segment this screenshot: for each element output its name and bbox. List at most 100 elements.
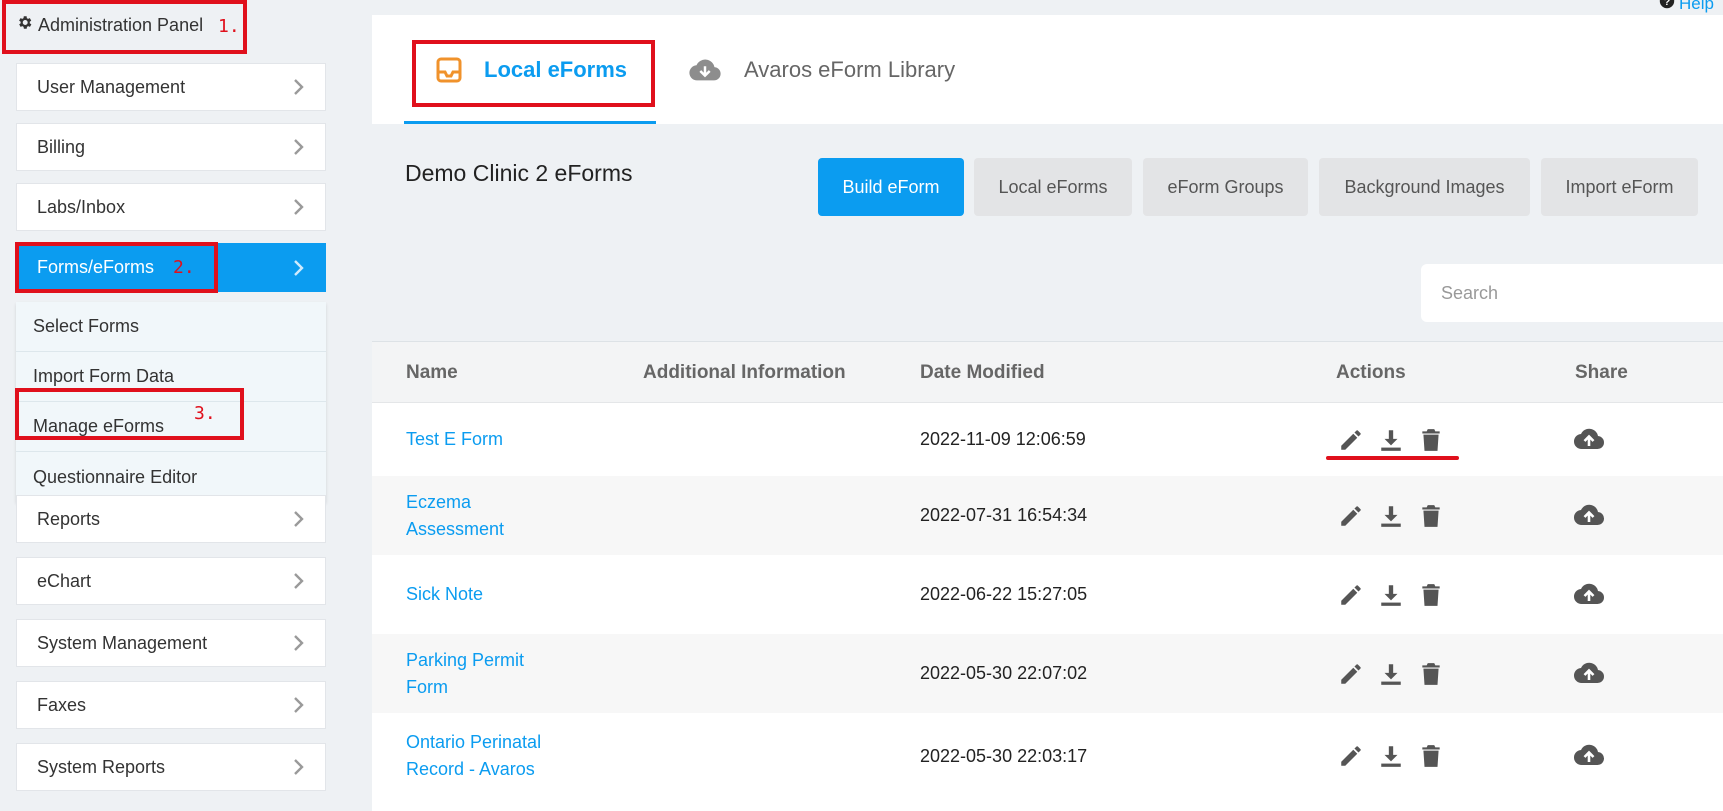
eform-tabs: Local eForms Avaros eForm Library — [372, 15, 1723, 124]
eform-name-link[interactable]: Test E Form — [406, 426, 503, 453]
sidebar-item-user-management[interactable]: User Management — [16, 63, 326, 111]
cell-date-modified: 2022-05-30 22:03:17 — [920, 745, 1088, 766]
cell-share — [1573, 403, 1605, 476]
pencil-icon[interactable] — [1338, 427, 1364, 453]
eform-name-link[interactable]: Ontario Perinatal Record - Avaros — [406, 729, 541, 783]
tab-avaros-library[interactable]: Avaros eForm Library — [688, 15, 955, 124]
gear-icon — [16, 14, 33, 36]
sidebar-item-label: Reports — [37, 508, 101, 529]
sidebar-item-system-management[interactable]: System Management — [16, 619, 326, 667]
annotation-underline-actions — [1326, 456, 1459, 460]
cell-name: Eczema Assessment — [406, 476, 606, 555]
admin-panel-title-label: Administration Panel — [38, 14, 204, 35]
sidebar-item-reports[interactable]: Reports — [16, 495, 326, 543]
active-tab-indicator — [404, 121, 656, 124]
cell-date-modified: 2022-07-31 16:54:34 — [920, 505, 1088, 525]
table-row: Sick Note 2022-06-22 15:27:05 — [372, 555, 1723, 634]
sidebar-item-label: Labs/Inbox — [37, 196, 126, 217]
download-icon[interactable] — [1378, 427, 1404, 453]
cloud-upload-icon[interactable] — [1573, 582, 1605, 608]
download-icon[interactable] — [1378, 661, 1404, 687]
trash-icon[interactable] — [1418, 582, 1444, 608]
cell-date-modified: 2022-05-30 22:07:02 — [920, 663, 1088, 683]
help-link[interactable]: ? Help — [1659, 0, 1714, 14]
eform-name-line2: Record - Avaros — [406, 759, 535, 779]
cloud-upload-icon[interactable] — [1573, 743, 1605, 769]
cloud-download-icon — [688, 57, 722, 83]
tab-local-eforms[interactable]: Local eForms — [404, 15, 656, 124]
eform-name-link[interactable]: Sick Note — [406, 581, 483, 608]
forms-submenu: Select Forms Import Form Data Manage eFo… — [16, 302, 326, 502]
download-icon[interactable] — [1378, 582, 1404, 608]
sidebar-item-label: System Reports — [37, 756, 166, 777]
chevron-right-icon — [293, 510, 305, 528]
sidebar-item-label: User Management — [37, 76, 186, 97]
eform-name-line2: Form — [406, 676, 448, 697]
download-icon[interactable] — [1378, 503, 1404, 529]
submenu-item-select-forms[interactable]: Select Forms — [16, 302, 326, 352]
annotation-number-3: 3. — [194, 403, 216, 424]
cell-actions — [1338, 403, 1444, 476]
pencil-icon[interactable] — [1338, 503, 1364, 529]
cell-date-modified: 2022-11-09 12:06:59 — [920, 429, 1086, 449]
svg-text:?: ? — [1664, 0, 1670, 8]
cell-name: Parking Permit Form — [406, 634, 606, 713]
sidebar-item-forms-eforms[interactable]: Forms/eForms — [16, 243, 326, 292]
sidebar-item-labs-inbox[interactable]: Labs/Inbox — [16, 183, 326, 231]
question-circle-icon: ? — [1659, 0, 1675, 14]
admin-panel-title[interactable]: Administration Panel — [16, 14, 203, 36]
pencil-icon[interactable] — [1338, 582, 1364, 608]
pencil-icon[interactable] — [1338, 661, 1364, 687]
column-header-actions: Actions — [1336, 361, 1406, 383]
eform-name-link[interactable]: Parking Permit Form — [406, 647, 524, 701]
eform-groups-button[interactable]: eForm Groups — [1143, 158, 1308, 216]
background-images-button[interactable]: Background Images — [1319, 158, 1530, 216]
eform-name-link[interactable]: Eczema Assessment — [406, 489, 504, 543]
trash-icon[interactable] — [1418, 661, 1444, 687]
eform-name-line2: Assessment — [406, 518, 505, 539]
sidebar-item-label: Forms/eForms — [37, 257, 154, 277]
sidebar-item-label: Billing — [37, 136, 86, 157]
column-header-name[interactable]: Name — [406, 342, 458, 403]
chevron-right-icon — [293, 259, 305, 277]
sidebar-item-faxes[interactable]: Faxes — [16, 681, 326, 729]
chevron-right-icon — [293, 696, 305, 714]
trash-icon[interactable] — [1418, 427, 1444, 453]
download-icon[interactable] — [1378, 743, 1404, 769]
cloud-upload-icon[interactable] — [1573, 503, 1605, 529]
local-eforms-button[interactable]: Local eForms — [974, 158, 1132, 216]
cell-share — [1573, 555, 1605, 634]
help-label: Help — [1679, 0, 1714, 13]
pencil-icon[interactable] — [1338, 743, 1364, 769]
search-input[interactable] — [1421, 264, 1723, 322]
sidebar-item-echart[interactable]: eChart — [16, 557, 326, 605]
submenu-item-manage-eforms[interactable]: Manage eForms — [16, 402, 326, 452]
sidebar-item-label: System Management — [37, 632, 208, 653]
build-eform-button[interactable]: Build eForm — [818, 158, 964, 216]
cell-share — [1573, 476, 1605, 555]
eform-name-line1: Parking Permit — [406, 649, 525, 670]
eform-name-line1: Ontario Perinatal — [406, 732, 542, 752]
sidebar-item-billing[interactable]: Billing — [16, 123, 326, 171]
cloud-upload-icon[interactable] — [1573, 427, 1605, 453]
column-header-share: Share — [1575, 361, 1628, 383]
import-eform-button[interactable]: Import eForm — [1541, 158, 1698, 216]
sidebar-item-system-reports[interactable]: System Reports — [16, 743, 326, 791]
table-row: Eczema Assessment 2022-07-31 16:54:34 — [372, 476, 1723, 555]
cloud-upload-icon[interactable] — [1573, 661, 1605, 687]
cell-share — [1573, 713, 1605, 799]
column-header-date-modified[interactable]: Date Modified — [920, 342, 1045, 403]
cell-name: Sick Note — [406, 555, 606, 634]
trash-icon[interactable] — [1418, 743, 1444, 769]
sidebar-item-label: eChart — [37, 570, 92, 591]
submenu-item-import-form-data[interactable]: Import Form Data — [16, 352, 326, 402]
eform-name-line1: Sick Note — [406, 584, 484, 604]
column-header-additional-info[interactable]: Additional Information — [643, 342, 846, 403]
cell-actions — [1338, 634, 1444, 713]
table-row: Parking Permit Form 2022-05-30 22:07:02 — [372, 634, 1723, 713]
cell-name: Ontario Perinatal Record - Avaros — [406, 713, 606, 799]
trash-icon[interactable] — [1418, 503, 1444, 529]
table-row: Ontario Perinatal Record - Avaros 2022-05… — [372, 713, 1723, 799]
inbox-icon — [436, 57, 462, 83]
cell-date-modified: 2022-06-22 15:27:05 — [920, 584, 1088, 604]
